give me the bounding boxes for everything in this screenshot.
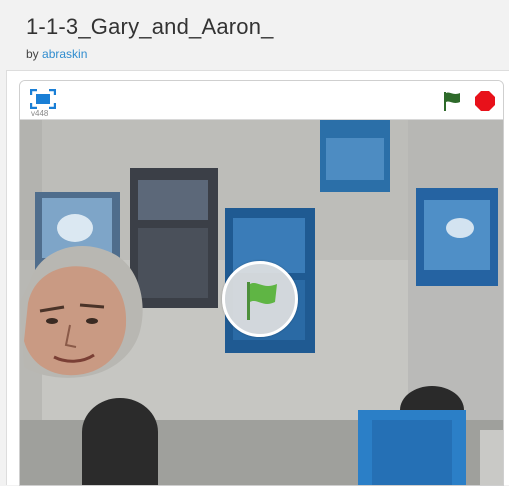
author-link[interactable]: abraskin	[42, 47, 87, 61]
player-toolbar: v448	[20, 81, 503, 120]
project-player: v448	[19, 80, 504, 486]
green-flag-icon[interactable]	[441, 90, 463, 112]
project-stage[interactable]	[20, 120, 503, 485]
center-green-flag-button[interactable]	[222, 261, 298, 337]
project-header: 1-1-3_Gary_and_Aaron_ by abraskin	[0, 0, 509, 70]
green-flag-icon	[247, 282, 277, 320]
project-byline: by abraskin	[26, 47, 87, 61]
fullscreen-icon[interactable]	[29, 88, 57, 110]
face-sprite[interactable]	[20, 241, 148, 383]
version-label: v448	[31, 109, 49, 118]
stop-icon[interactable]	[474, 90, 496, 112]
project-title: 1-1-3_Gary_and_Aaron_	[26, 14, 274, 39]
by-label: by	[26, 47, 39, 61]
